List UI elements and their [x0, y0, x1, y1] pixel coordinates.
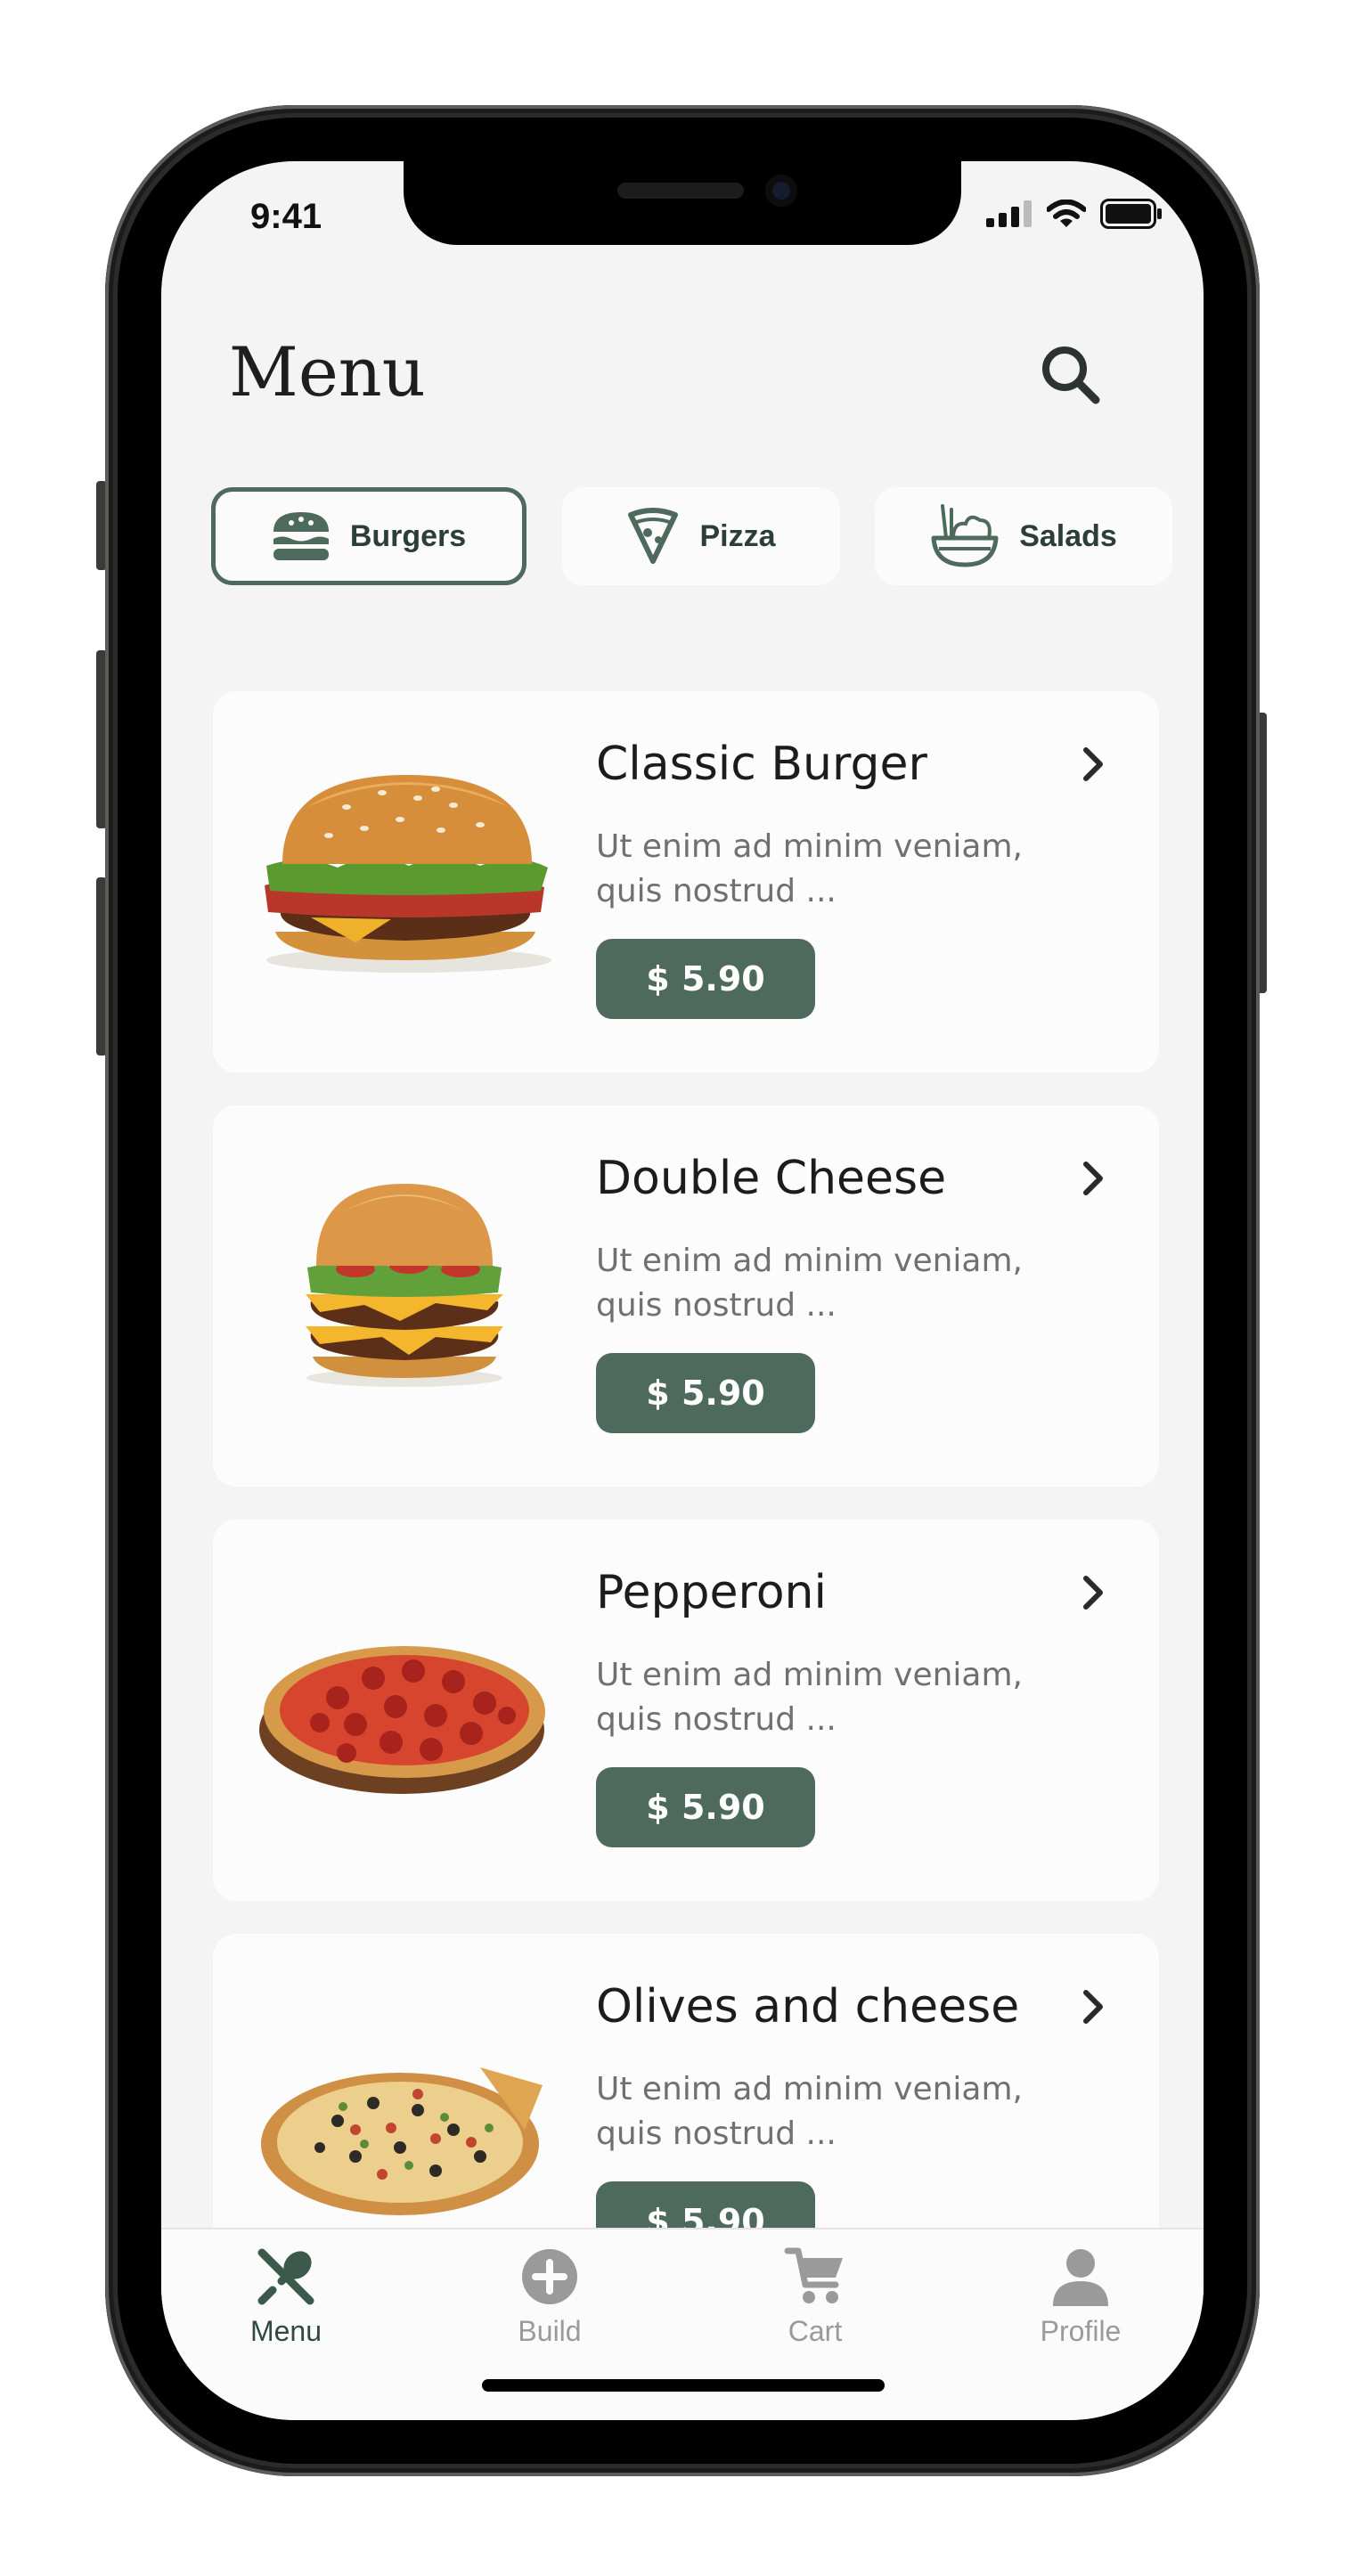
- app-screen: 9:41 Menu Burgers Pizza Salads Classic B…: [161, 161, 1204, 2420]
- product-name: Double Cheese: [596, 1152, 947, 1205]
- status-icons: [986, 199, 1163, 229]
- classic-burger-photo: [265, 775, 551, 973]
- tab-label: Menu: [249, 2315, 322, 2347]
- pepperoni-pizza-photo: [259, 1646, 545, 1794]
- search-icon: [1042, 346, 1100, 404]
- tab-label: Profile: [1040, 2315, 1122, 2347]
- product-description: Ut enim ad minim veniam, quis nostrud ..…: [596, 1657, 1023, 1738]
- tab-profile[interactable]: Profile: [992, 2246, 1170, 2361]
- product-name: Classic Burger: [596, 738, 927, 791]
- tab-label: Build: [518, 2315, 582, 2347]
- speaker-grille: [617, 183, 744, 199]
- battery-icon: [1100, 199, 1162, 229]
- category-label: Burgers: [349, 518, 467, 553]
- product-card[interactable]: Pepperoni Ut enim ad minim veniam, quis …: [213, 1520, 1159, 1901]
- search-button[interactable]: [1035, 339, 1108, 412]
- price-button[interactable]: $ 5.90: [596, 939, 815, 1019]
- pizza-slice-icon: [628, 508, 679, 564]
- category-chip-salads[interactable]: Salads: [875, 487, 1172, 585]
- category-chip-pizza[interactable]: Pizza: [562, 487, 840, 585]
- cart-icon: [784, 2247, 843, 2303]
- cellular-signal-icon: [986, 200, 1032, 227]
- tab-cart[interactable]: Cart: [726, 2246, 904, 2361]
- chevron-right-icon[interactable]: [1075, 1157, 1111, 1200]
- product-description: Ut enim ad minim veniam, quis nostrud ..…: [596, 1243, 1023, 1324]
- product-name: Olives and cheese: [596, 1980, 1020, 2034]
- category-label: Pizza: [699, 518, 776, 553]
- chevron-right-icon[interactable]: [1075, 743, 1111, 786]
- product-description: Ut enim ad minim veniam, quis nostrud ..…: [596, 2071, 1023, 2152]
- camera-notch: [404, 161, 961, 245]
- device-mockup: 9:41 Menu Burgers Pizza Salads Classic B…: [0, 0, 1363, 2576]
- plus-circle-icon: [522, 2249, 577, 2304]
- product-card[interactable]: Double Cheese Ut enim ad minim veniam, q…: [213, 1105, 1159, 1487]
- product-card[interactable]: Classic Burger Ut enim ad minim veniam, …: [213, 691, 1159, 1072]
- price-button[interactable]: $ 5.90: [596, 1353, 815, 1433]
- chevron-right-icon[interactable]: [1075, 1571, 1111, 1614]
- price-button[interactable]: $ 5.90: [596, 1767, 815, 1847]
- fork-spoon-icon: [257, 2248, 314, 2305]
- category-label: Salads: [1019, 518, 1117, 553]
- page-title: Menu: [229, 332, 426, 412]
- tab-label: Cart: [788, 2315, 843, 2347]
- product-name: Pepperoni: [596, 1566, 827, 1619]
- tab-build[interactable]: Build: [461, 2246, 639, 2361]
- product-description: Ut enim ad minim veniam, quis nostrud ..…: [596, 828, 1023, 909]
- double-cheeseburger-photo: [306, 1184, 503, 1387]
- front-camera: [765, 175, 797, 207]
- status-time: 9:41: [250, 197, 322, 236]
- olives-cheese-pizza-photo: [261, 2067, 543, 2215]
- wifi-icon: [1047, 200, 1086, 227]
- burger-icon: [273, 512, 329, 560]
- category-chip-burgers[interactable]: Burgers: [211, 487, 526, 585]
- tab-menu[interactable]: Menu: [197, 2246, 375, 2361]
- salad-bowl-icon: [931, 504, 999, 567]
- person-icon: [1053, 2249, 1108, 2306]
- chevron-right-icon[interactable]: [1075, 1985, 1111, 2028]
- home-indicator[interactable]: [482, 2379, 885, 2392]
